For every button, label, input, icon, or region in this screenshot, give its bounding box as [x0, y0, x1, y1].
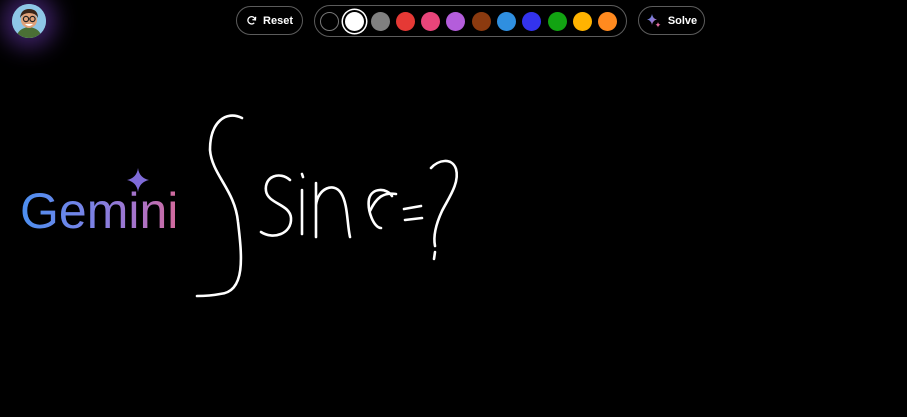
i-dot-stroke [300, 172, 305, 179]
gemini-logo-text: Gemini [20, 183, 178, 239]
handwriting-strokes [195, 114, 459, 298]
drawing-canvas[interactable]: Gemini [0, 0, 907, 417]
n-stroke [314, 181, 352, 239]
question-dot-stroke [432, 250, 437, 261]
gemini-logo: Gemini [20, 168, 178, 239]
integral-stroke [195, 114, 244, 298]
equals-stroke [402, 204, 424, 222]
s-stroke [259, 174, 293, 237]
question-stroke [429, 159, 459, 248]
